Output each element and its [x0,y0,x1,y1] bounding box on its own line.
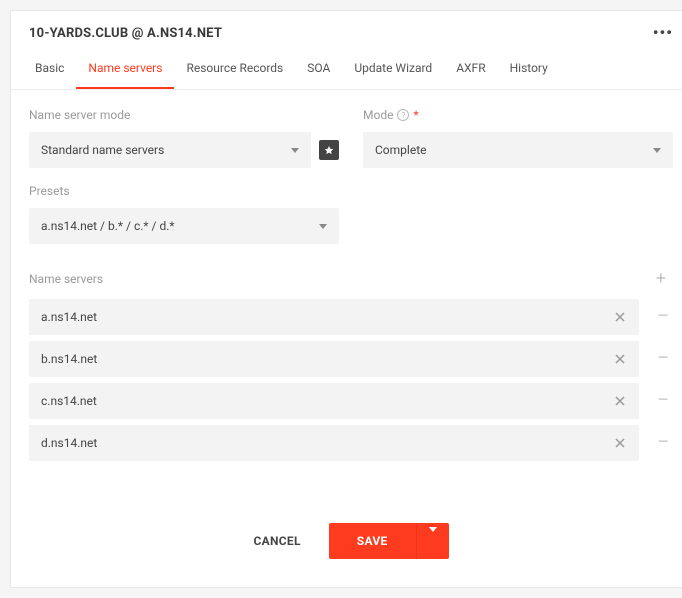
select-value: Complete [375,143,427,157]
select-value: a.ns14.net / b.* / c.* / d.* [41,219,175,233]
tab-resource-records[interactable]: Resource Records [174,47,295,89]
clear-input-button[interactable] [611,308,629,326]
remove-name-server-button[interactable]: − [653,432,673,454]
required-indicator: * [413,108,418,122]
name-server-input[interactable] [41,310,611,324]
field-label-mode: Mode ? * [363,108,673,122]
panel-body: Name server mode Standard name servers P… [11,90,682,497]
tab-history[interactable]: History [498,47,560,89]
more-actions-button[interactable]: ••• [653,25,673,41]
name-server-input[interactable] [41,394,611,408]
default-star-button[interactable] [319,140,339,160]
name-server-input[interactable] [41,352,611,366]
close-icon [615,396,625,406]
select-mode[interactable]: Complete [363,132,673,168]
tab-soa[interactable]: SOA [295,47,342,89]
chevron-down-icon [319,224,327,229]
chevron-down-icon [429,527,437,551]
select-presets[interactable]: a.ns14.net / b.* / c.* / d.* [29,208,339,244]
remove-name-server-button[interactable]: − [653,306,673,328]
star-icon [324,145,334,155]
select-value: Standard name servers [41,143,164,157]
cancel-button[interactable]: CANCEL [253,534,300,548]
close-icon [615,438,625,448]
save-button[interactable]: SAVE [329,523,449,559]
clear-input-button[interactable] [611,350,629,368]
save-button-dropdown[interactable] [417,532,449,551]
tab-update-wizard[interactable]: Update Wizard [342,47,444,89]
name-server-row: − [29,341,673,377]
chevron-down-icon [653,148,661,153]
name-server-input-wrap [29,299,639,335]
panel-footer: CANCEL SAVE [11,497,682,587]
zone-edit-panel: 10-YARDS.CLUB @ A.NS14.NET ••• Basic Nam… [10,10,682,588]
select-name-server-mode[interactable]: Standard name servers [29,132,311,168]
clear-input-button[interactable] [611,392,629,410]
field-label-presets: Presets [29,184,339,198]
name-server-input-wrap [29,383,639,419]
panel-title: 10-YARDS.CLUB @ A.NS14.NET [29,26,222,41]
name-server-row: − [29,299,673,335]
name-server-input[interactable] [41,436,611,450]
name-server-row: − [29,383,673,419]
panel-header: 10-YARDS.CLUB @ A.NS14.NET ••• [11,11,682,47]
tab-bar: Basic Name servers Resource Records SOA … [11,47,682,90]
tab-axfr[interactable]: AXFR [444,47,497,89]
field-label-name-servers: Name servers [29,272,103,286]
chevron-down-icon [291,148,299,153]
field-name-server-mode: Name server mode Standard name servers [29,108,339,168]
tab-basic[interactable]: Basic [29,47,76,89]
field-presets: Presets a.ns14.net / b.* / c.* / d.* [29,184,339,244]
help-icon[interactable]: ? [397,109,409,121]
add-name-server-button[interactable]: + [649,268,673,289]
remove-name-server-button[interactable]: − [653,390,673,412]
save-button-label: SAVE [329,534,416,548]
tab-name-servers[interactable]: Name servers [76,47,174,89]
field-mode: Mode ? * Complete [363,108,673,168]
name-servers-header: Name servers + [29,268,673,289]
field-label-name-server-mode: Name server mode [29,108,339,122]
mode-label-text: Mode [363,108,393,122]
remove-name-server-button[interactable]: − [653,348,673,370]
name-server-row: − [29,425,673,461]
name-server-input-wrap [29,425,639,461]
clear-input-button[interactable] [611,434,629,452]
close-icon [615,354,625,364]
close-icon [615,312,625,322]
name-server-input-wrap [29,341,639,377]
